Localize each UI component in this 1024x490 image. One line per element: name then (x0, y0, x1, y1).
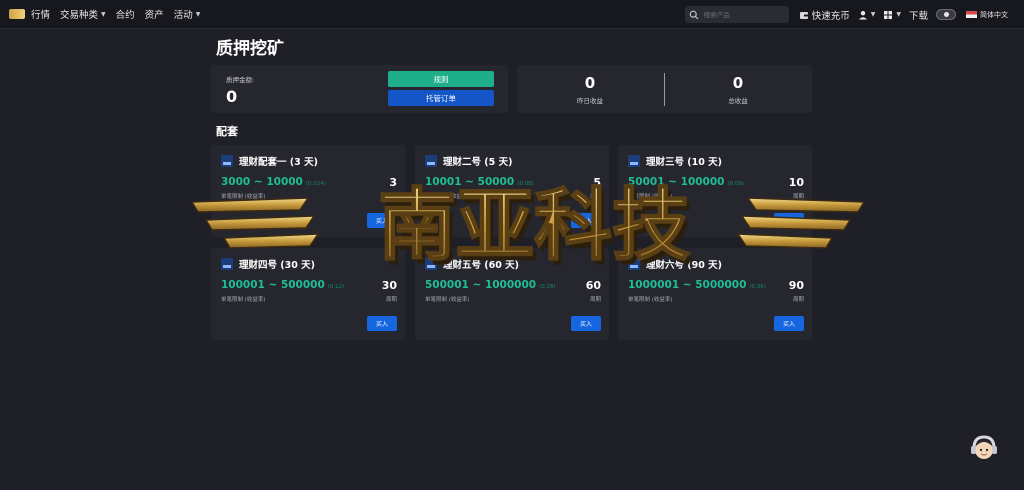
package-icon (425, 258, 437, 270)
chevron-down-icon: ▼ (870, 11, 876, 18)
package-card: 理财四号 (30 天) 100001 ~ 500000 (0.12) 单笔限制 (… (211, 248, 405, 340)
package-icon (628, 155, 640, 167)
chevron-down-icon: ▼ (101, 10, 106, 18)
package-range: 500001 ~ 1000000 (425, 279, 537, 291)
package-days: 5 (593, 176, 601, 189)
package-rate: (0.36) (749, 284, 766, 290)
buy-button[interactable]: 买入 (774, 213, 804, 228)
pledge-amount-value: 0 (226, 87, 238, 106)
package-icon (221, 155, 233, 167)
top-nav: 行情 交易种类▼ 合约 资产 活动▼ 快速充币 ▼ ▼ 下载 简体中文 (0, 0, 1024, 29)
package-range: 1000001 ~ 5000000 (628, 279, 747, 291)
package-icon (628, 258, 640, 270)
package-range: 50001 ~ 100000 (628, 176, 725, 188)
package-rate: (0.024) (305, 181, 326, 187)
earnings-card: 0 昨日收益 0 总收益 (517, 65, 812, 113)
search-icon (689, 10, 699, 19)
package-days: 30 (381, 279, 397, 292)
quick-recharge-link[interactable]: 快速充币 (799, 8, 850, 22)
package-card: 理财配套一 (3 天) 3000 ~ 10000 (0.024) 单笔限制 (收益… (211, 145, 405, 237)
customer-service-avatar-icon[interactable] (968, 434, 1000, 464)
nav-item-trade-types[interactable]: 交易种类 ▼ (60, 7, 106, 21)
package-limit-label: 单笔限制 (收益率) (628, 297, 673, 303)
package-range: 10001 ~ 50000 (425, 176, 515, 188)
page-title: 质押挖矿 (216, 39, 284, 59)
pledge-amount-label: 质押金额: (226, 76, 255, 84)
package-limit-label: 单笔限制 (收益率) (628, 194, 673, 200)
package-rate: (0.09) (727, 181, 745, 187)
buy-button[interactable]: 买入 (367, 316, 397, 331)
buy-button[interactable]: 买入 (774, 316, 804, 331)
package-icon (221, 258, 233, 270)
package-cycle-label: 周期 (589, 297, 601, 303)
package-days: 10 (788, 176, 804, 189)
package-limit-label: 单笔限制 (收益率) (425, 297, 470, 303)
logo[interactable] (9, 9, 25, 19)
package-card: 理财五号 (60 天) 500001 ~ 1000000 (0.28) 单笔限制 … (415, 248, 609, 340)
nav-item-market[interactable]: 行情 (31, 7, 50, 21)
apps-menu[interactable]: ▼ (883, 10, 901, 20)
package-name: 理财配套一 (3 天) (239, 157, 318, 168)
package-days: 90 (788, 279, 804, 292)
package-range: 100001 ~ 500000 (221, 279, 325, 291)
package-rate: (0.12) (327, 284, 345, 290)
total-earnings: 0 总收益 (728, 74, 748, 105)
user-menu[interactable]: ▼ (858, 10, 876, 20)
wallet-icon (799, 11, 808, 19)
chevron-down-icon: ▼ (896, 11, 901, 18)
search-input[interactable] (703, 10, 784, 19)
grid-icon (884, 10, 893, 19)
nav-item-activity[interactable]: 活动 ▼ (174, 7, 201, 21)
flag-icon (966, 11, 977, 18)
package-card: 理财三号 (10 天) 50001 ~ 100000 (0.09) 单笔限制 (收… (618, 145, 812, 237)
package-name: 理财二号 (5 天) (443, 157, 513, 168)
package-rate: (0.28) (539, 284, 556, 290)
package-name: 理财四号 (30 天) (239, 260, 316, 271)
chevron-down-icon: ▼ (195, 10, 201, 18)
package-limit-label: 单笔限制 (收益率) (425, 194, 470, 200)
packages-section-title: 配套 (216, 125, 238, 138)
download-link[interactable]: 下载 (909, 8, 928, 22)
search-box[interactable] (684, 6, 789, 23)
package-limit-label: 单笔限制 (收益率) (221, 297, 266, 303)
user-icon (858, 10, 867, 19)
managed-orders-button[interactable]: 托管订单 (388, 90, 494, 106)
package-cycle-label: 周期 (792, 194, 804, 200)
package-days: 3 (389, 176, 397, 189)
package-limit-label: 单笔限制 (收益率) (221, 194, 266, 200)
buy-button[interactable]: 买入 (571, 316, 601, 331)
nav-item-contract[interactable]: 合约 (116, 7, 135, 21)
nav-right: 快速充币 ▼ ▼ 下载 简体中文 (684, 0, 1024, 29)
buy-button[interactable]: 买入 (367, 213, 397, 228)
yesterday-earnings: 0 昨日收益 (577, 74, 603, 105)
theme-toggle[interactable] (936, 9, 956, 20)
package-range: 3000 ~ 10000 (221, 176, 303, 188)
package-cycle-label: 周期 (589, 194, 601, 200)
package-name: 理财三号 (10 天) (646, 157, 723, 168)
package-cycle-label: 周期 (385, 297, 397, 303)
package-card: 理财二号 (5 天) 10001 ~ 50000 (0.08) 单笔限制 (收益率… (415, 145, 609, 237)
pledge-summary-card: 质押金额: 0 规则 托管订单 (211, 65, 508, 113)
package-icon (425, 155, 437, 167)
buy-button[interactable]: 买入 (571, 213, 601, 228)
nav-item-assets[interactable]: 资产 (145, 7, 164, 21)
package-cycle-label: 周期 (385, 194, 397, 200)
package-rate: (0.08) (517, 181, 534, 187)
package-days: 60 (585, 279, 601, 292)
package-card: 理财六号 (90 天) 1000001 ~ 5000000 (0.36) 单笔限制… (618, 248, 812, 340)
language-selector[interactable]: 简体中文 (966, 10, 1016, 20)
package-name: 理财五号 (60 天) (443, 260, 520, 271)
package-cycle-label: 周期 (792, 297, 804, 303)
rules-button[interactable]: 规则 (388, 71, 494, 87)
package-name: 理财六号 (90 天) (646, 260, 723, 271)
